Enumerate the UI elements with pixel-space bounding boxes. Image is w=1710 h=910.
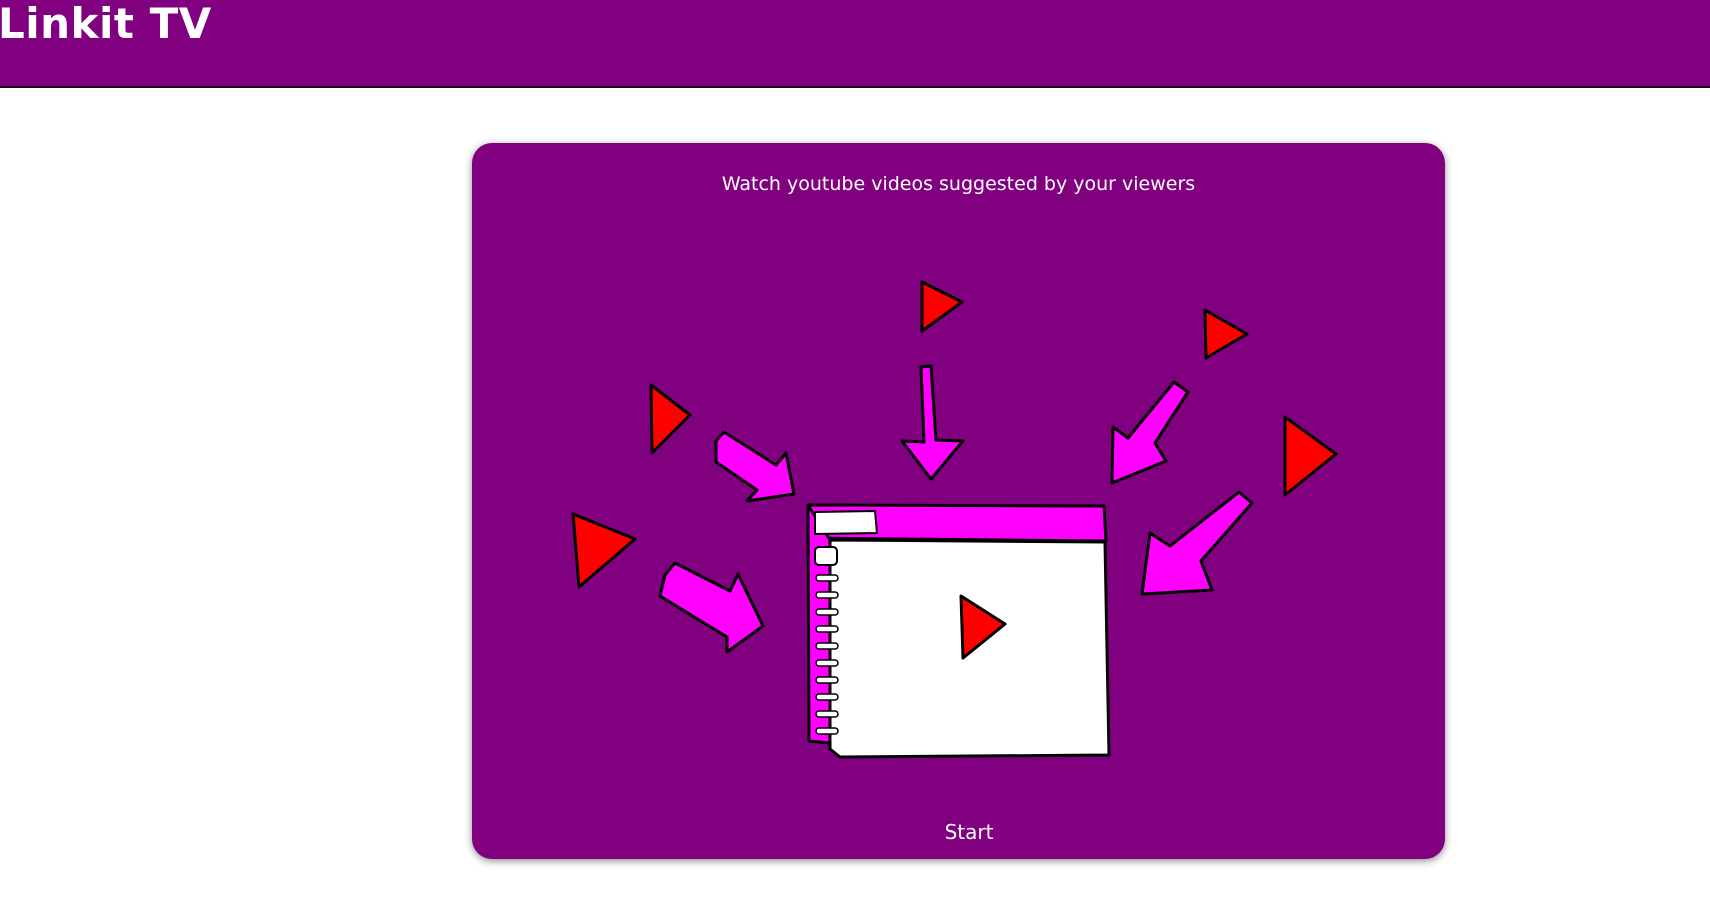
app-title: Linkit TV — [0, 0, 212, 48]
arrow-icon — [714, 430, 796, 503]
play-icon — [571, 512, 637, 589]
arrow-icon — [900, 364, 965, 481]
intro-card: Watch youtube videos suggested by your v… — [472, 143, 1445, 859]
suggested-videos-illustration — [571, 280, 1338, 759]
arrow-icon — [1110, 380, 1190, 485]
arrow-icon — [658, 561, 765, 654]
start-button[interactable]: Start — [908, 815, 1030, 849]
top-header-bar: Linkit TV — [0, 0, 1710, 88]
play-icon — [1283, 415, 1338, 497]
video-player-window-icon — [806, 503, 1111, 759]
play-icon — [649, 383, 692, 455]
arrow-icon — [1140, 490, 1254, 596]
play-icon — [920, 280, 964, 333]
play-icon — [1203, 308, 1249, 360]
